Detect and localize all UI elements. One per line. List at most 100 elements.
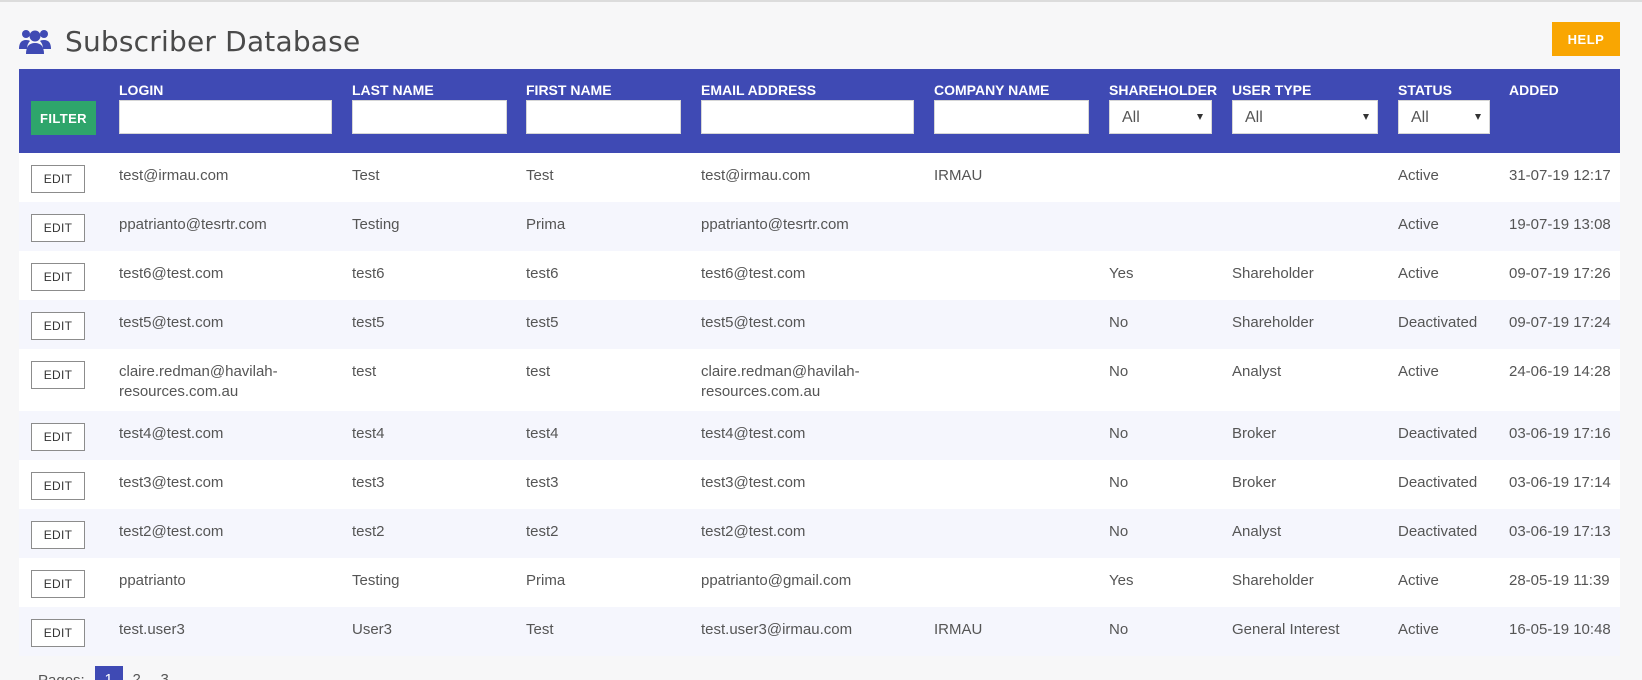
cell-status: Deactivated: [1398, 523, 1478, 540]
table-body: EDIT test@irmau.com Test Test test@irmau.com…: [19, 153, 1620, 656]
cell-status: Active: [1398, 216, 1439, 233]
table-row: EDIT ppatrianto@tesrtr.com Testing Prima ppa…: [19, 202, 1620, 251]
login-filter-input[interactable]: [119, 100, 332, 134]
cell-line: resources.com.au: [119, 383, 239, 400]
company-filter-input[interactable]: [934, 100, 1089, 134]
cell-last-name: User3: [352, 621, 393, 638]
col-login-label: LOGIN: [119, 82, 164, 98]
col-first-name: FIRST NAME: [526, 80, 681, 134]
cell-status: Active: [1398, 363, 1439, 380]
cell-email: test3@test.com: [701, 474, 806, 491]
page-link-3[interactable]: 3: [151, 666, 179, 680]
table-row: EDIT test.user3 User3 Test test.user3@irmau.…: [19, 607, 1620, 656]
shareholder-select-value: All: [1122, 109, 1140, 126]
cell-user-type: Shareholder: [1232, 265, 1314, 282]
cell-login: ppatrianto: [119, 572, 186, 589]
cell-last-name: Testing: [352, 216, 400, 233]
user-type-select-value: All: [1245, 109, 1263, 126]
cell-added: 28-05-19 11:39: [1509, 572, 1610, 589]
status-filter-select[interactable]: All: [1398, 100, 1490, 134]
cell-user-type: Shareholder: [1232, 572, 1314, 589]
filter-button[interactable]: FILTER: [31, 101, 96, 135]
pagination: Pages: 123: [38, 666, 179, 680]
table-row: EDIT test6@test.com test6 test6 test6@test.c…: [19, 251, 1620, 300]
edit-button[interactable]: EDIT: [31, 472, 85, 500]
cell-added: 09-07-19 17:24: [1509, 314, 1611, 331]
edit-button[interactable]: EDIT: [31, 312, 85, 340]
cell-login: test.user3: [119, 621, 185, 638]
pagination-label: Pages:: [38, 672, 85, 680]
col-shareholder-label: SHAREHOLDER: [1109, 82, 1218, 98]
col-last-name-label: LAST NAME: [352, 82, 434, 98]
page-link-1[interactable]: 1: [94, 666, 123, 680]
cell-shareholder: No: [1109, 363, 1129, 380]
cell-user-type: Analyst: [1232, 363, 1282, 380]
caret-down-icon: [1475, 114, 1481, 120]
col-company-label: COMPANY NAME: [934, 82, 1050, 98]
cell-login: test@irmau.com: [119, 167, 229, 184]
edit-button[interactable]: EDIT: [31, 570, 85, 598]
cell-company: IRMAU: [934, 167, 983, 184]
edit-button[interactable]: EDIT: [31, 521, 85, 549]
cell-last-name: test6: [352, 265, 385, 282]
col-last-name: LAST NAME: [352, 80, 507, 134]
cell-status: Active: [1398, 265, 1439, 282]
col-user-type-label: USER TYPE: [1232, 82, 1312, 98]
cell-line: resources.com.au: [701, 383, 821, 400]
cell-first-name: test: [526, 363, 551, 380]
cell-added: 19-07-19 13:08: [1509, 216, 1611, 233]
cell-added: 09-07-19 17:26: [1509, 265, 1611, 282]
cell-added: 31-07-19 12:17: [1509, 167, 1611, 184]
cell-user-type: Shareholder: [1232, 314, 1314, 331]
users-group-icon: [19, 25, 51, 57]
cell-status: Active: [1398, 167, 1439, 184]
edit-button[interactable]: EDIT: [31, 214, 85, 242]
cell-added: 03-06-19 17:13: [1509, 523, 1611, 540]
cell-line: claire.redman@havilah-: [701, 363, 860, 380]
cell-login: claire.redman@havilah-resources.com.au: [119, 362, 278, 402]
col-login: LOGIN: [119, 80, 332, 134]
shareholder-filter-select[interactable]: All: [1109, 100, 1212, 134]
cell-last-name: test2: [352, 523, 385, 540]
email-filter-input[interactable]: [701, 100, 914, 134]
cell-last-name: Test: [352, 167, 380, 184]
cell-status: Deactivated: [1398, 314, 1478, 331]
cell-user-type: General Interest: [1232, 621, 1340, 638]
cell-first-name: test3: [526, 474, 559, 491]
cell-shareholder: Yes: [1109, 265, 1134, 282]
user-type-filter-select[interactable]: All: [1232, 100, 1378, 134]
col-added-label: ADDED: [1509, 82, 1559, 98]
cell-email: test5@test.com: [701, 314, 806, 331]
cell-status: Active: [1398, 572, 1439, 589]
cell-line: claire.redman@havilah-: [119, 363, 278, 380]
edit-button[interactable]: EDIT: [31, 361, 85, 389]
col-user-type: USER TYPE All: [1232, 80, 1378, 134]
cell-shareholder: No: [1109, 523, 1129, 540]
cell-first-name: test5: [526, 314, 559, 331]
table-header-filters: FILTER LOGIN LAST NAME FIRST NAME EMAIL …: [19, 69, 1620, 153]
cell-user-type: Broker: [1232, 425, 1277, 442]
edit-button[interactable]: EDIT: [31, 423, 85, 451]
col-status-label: STATUS: [1398, 82, 1452, 98]
cell-login: test5@test.com: [119, 314, 224, 331]
cell-added: 03-06-19 17:14: [1509, 474, 1611, 491]
cell-email: test4@test.com: [701, 425, 806, 442]
cell-added: 24-06-19 14:28: [1509, 363, 1611, 380]
col-email-label: EMAIL ADDRESS: [701, 82, 817, 98]
page-link-2[interactable]: 2: [123, 666, 151, 680]
cell-first-name: test6: [526, 265, 559, 282]
cell-email: ppatrianto@tesrtr.com: [701, 216, 849, 233]
last-name-filter-input[interactable]: [352, 100, 507, 134]
edit-button[interactable]: EDIT: [31, 165, 85, 193]
cell-email: ppatrianto@gmail.com: [701, 572, 852, 589]
edit-button[interactable]: EDIT: [31, 263, 85, 291]
help-button[interactable]: HELP: [1552, 22, 1620, 56]
caret-down-icon: [1197, 114, 1203, 120]
cell-login: test4@test.com: [119, 425, 224, 442]
col-added: ADDED: [1509, 80, 1559, 100]
edit-button[interactable]: EDIT: [31, 619, 85, 647]
cell-shareholder: No: [1109, 314, 1129, 331]
first-name-filter-input[interactable]: [526, 100, 681, 134]
cell-company: IRMAU: [934, 621, 983, 638]
cell-shareholder: No: [1109, 425, 1129, 442]
